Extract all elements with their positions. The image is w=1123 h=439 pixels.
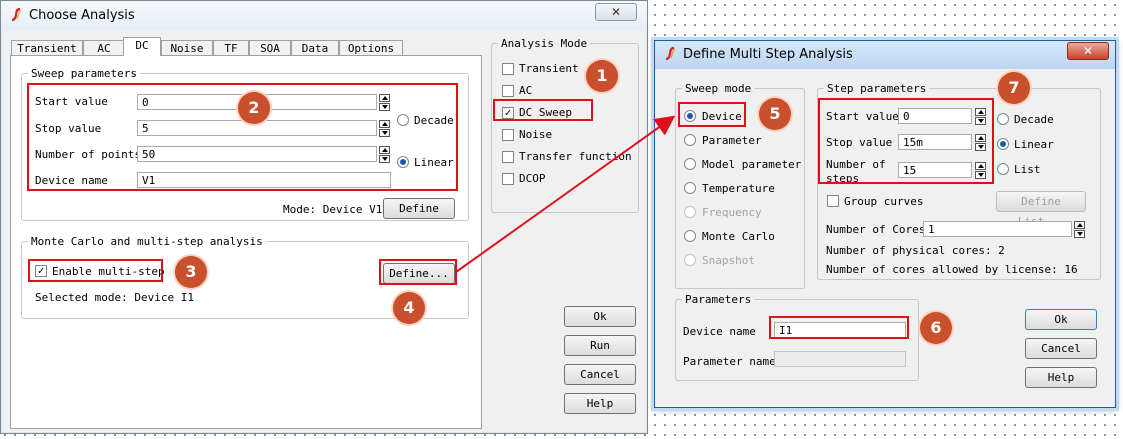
annotation-badge-4: 4 xyxy=(393,292,425,324)
annotation-badge-1: 1 xyxy=(586,60,618,92)
tab-label: DC xyxy=(135,39,149,52)
annotation-arrows xyxy=(455,115,676,273)
annotation-badge-3: 3 xyxy=(175,256,207,288)
arrow-to-device xyxy=(455,115,676,273)
annotation-badge-5: 5 xyxy=(759,98,791,130)
annotation-badge-2: 2 xyxy=(238,92,270,124)
annotation-badge-7: 7 xyxy=(998,72,1030,104)
tab-dc[interactable]: DC xyxy=(123,37,161,56)
annotation-badge-6: 6 xyxy=(920,312,952,344)
